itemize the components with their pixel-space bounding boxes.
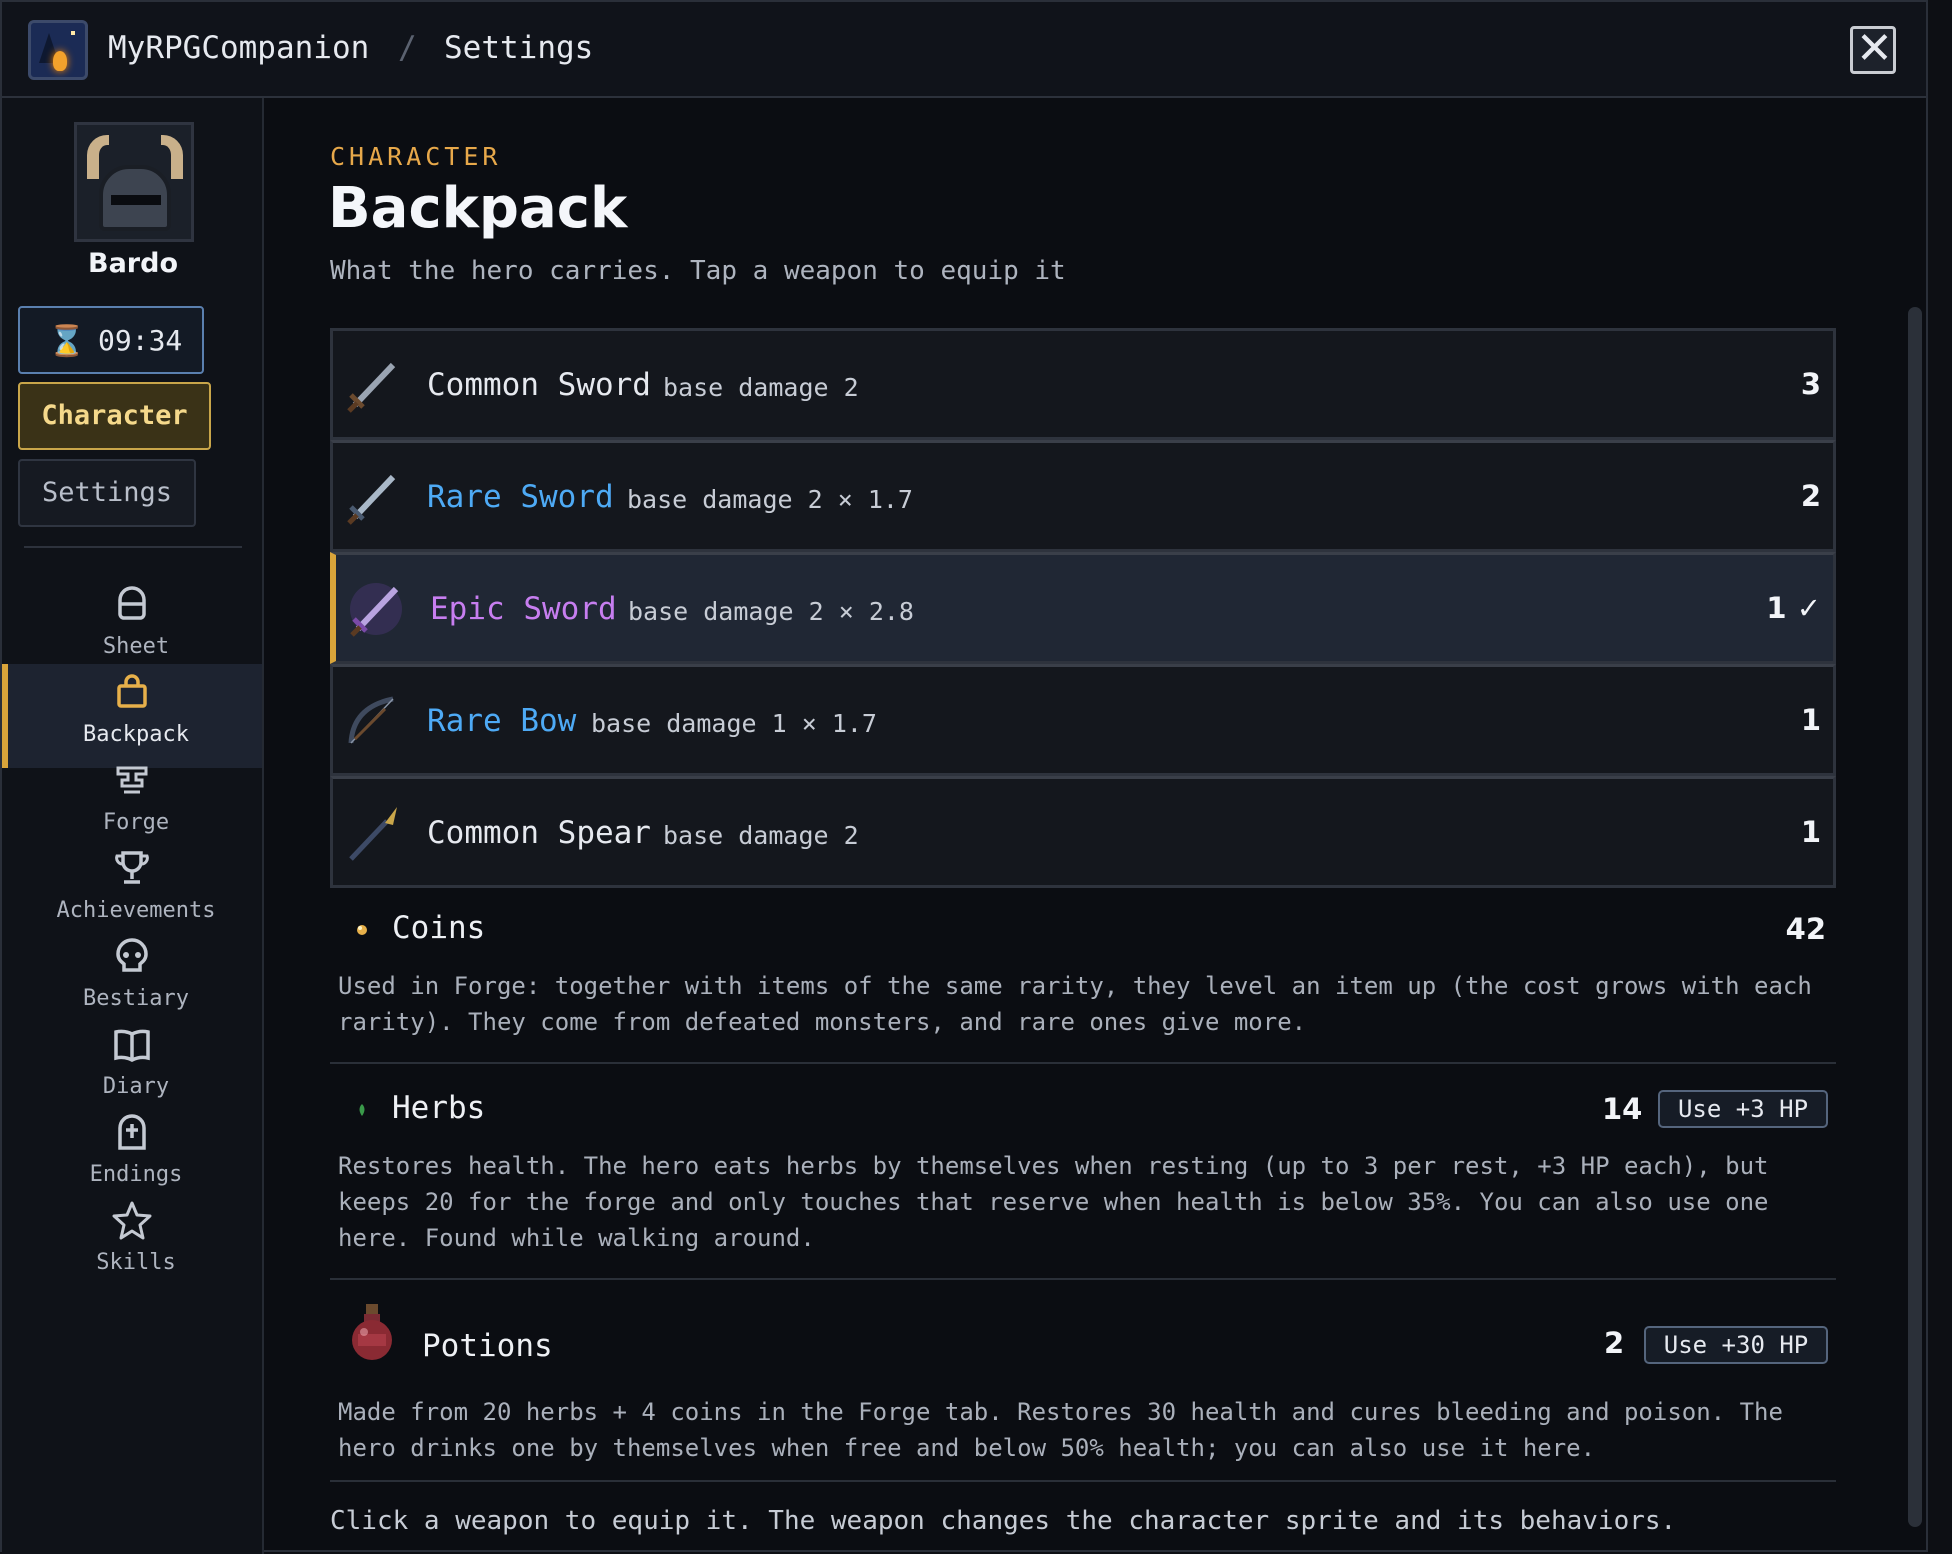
weapon-quantity: 1 — [1800, 815, 1821, 849]
weapon-quantity: 1 — [1800, 703, 1821, 737]
resource-name: Coins — [392, 910, 486, 946]
settings-tab-button[interactable]: Settings — [18, 459, 196, 527]
resource-description: Used in Forge: together with items of th… — [338, 972, 1812, 1036]
weapon-row-rare-bow[interactable]: Rare Bow base damage 1 × 1.7 1 — [330, 664, 1836, 776]
helmet-icon — [118, 586, 146, 620]
sidebar-item-label: Diary — [102, 1074, 170, 1099]
weapon-name: Rare Sword — [427, 479, 614, 515]
weapon-row-common-sword[interactable]: Common Sword base damage 2 3 — [330, 328, 1836, 440]
weapon-stat: base damage 2 — [663, 821, 859, 850]
app-window: MyRPGCompanion / Settings ✕ Bardo ⌛ 09:3… — [0, 0, 1928, 1554]
sidebar-item-label: Sheet — [102, 634, 170, 659]
close-icon: ✕ — [1856, 23, 1893, 74]
skull-icon — [116, 938, 148, 972]
weapon-name: Epic Sword — [430, 591, 617, 627]
page-subtitle: What the hero carries. Tap a weapon to e… — [330, 256, 1066, 286]
sidebar-divider — [24, 546, 242, 548]
weapon-stat: base damage 2 × 2.8 — [628, 597, 914, 626]
divider — [330, 1480, 1836, 1482]
coin-icon — [357, 925, 367, 935]
timer-badge: ⌛ 09:34 — [18, 306, 204, 374]
breadcrumb-app[interactable]: MyRPGCompanion — [108, 30, 369, 66]
resource-description: Made from 20 herbs + 4 coins in the Forg… — [338, 1398, 1783, 1462]
use-potion-button[interactable]: Use +30 HP — [1644, 1326, 1828, 1364]
title-bar: MyRPGCompanion / Settings ✕ — [2, 2, 1926, 98]
divider — [330, 1062, 1836, 1064]
tombstone-icon — [118, 1114, 146, 1150]
resource-quantity: 14 — [1602, 1092, 1643, 1126]
trophy-icon — [115, 851, 149, 884]
herb-icon — [359, 1104, 365, 1116]
weapon-row-common-spear[interactable]: Common Spear base damage 2 1 — [330, 776, 1836, 888]
weapon-stat: base damage 1 × 1.7 — [591, 709, 877, 738]
weapon-stat: base damage 2 — [663, 373, 859, 402]
scrollbar[interactable] — [1908, 307, 1922, 1527]
weapon-name: Rare Bow — [427, 703, 577, 739]
footer-hint: Click a weapon to equip it. The weapon c… — [330, 1506, 1677, 1536]
anvil-icon — [116, 766, 148, 794]
resource-quantity: 2 — [1604, 1326, 1625, 1360]
weapon-quantity: 2 — [1800, 479, 1821, 513]
star-icon — [112, 1201, 152, 1240]
resource-name: Potions — [422, 1328, 553, 1364]
weapon-row-epic-sword[interactable]: Epic Sword base damage 2 × 2.8 1 ✓ — [330, 552, 1836, 664]
resource-potions: Potions 2 Use +30 HP Made from 20 herbs … — [330, 1298, 1836, 1470]
breadcrumb-page: Settings — [444, 30, 594, 66]
book-icon — [114, 1029, 150, 1062]
breadcrumb-separator: / — [398, 30, 417, 66]
weapon-name: Common Spear — [427, 815, 651, 851]
weapon-quantity: 3 — [1800, 367, 1821, 401]
character-tab-button[interactable]: Character — [18, 382, 211, 450]
sidebar-item-label: Endings — [89, 1162, 183, 1187]
close-button[interactable]: ✕ — [1850, 23, 1896, 74]
potion-icon — [352, 1304, 392, 1360]
use-herb-button[interactable]: Use +3 HP — [1658, 1090, 1828, 1128]
divider — [330, 1278, 1836, 1280]
resource-coins: Coins 42 Used in Forge: together with it… — [330, 902, 1836, 1048]
sidebar: Bardo ⌛ 09:34 Character Settings Sheet B… — [2, 98, 264, 1554]
spear-icon — [349, 807, 397, 861]
sword-icon — [347, 474, 396, 525]
backpack-icon — [117, 674, 147, 708]
bow-icon — [348, 696, 394, 744]
sword-icon — [347, 362, 396, 413]
section-kicker: CHARACTER — [330, 142, 502, 171]
sidebar-item-label: Skills — [96, 1250, 176, 1275]
sword-icon — [350, 583, 402, 637]
weapon-row-rare-sword[interactable]: Rare Sword base damage 2 × 1.7 2 — [330, 440, 1836, 552]
weapon-name: Common Sword — [427, 367, 651, 403]
weapon-quantity-equipped: 1 ✓ — [1766, 591, 1821, 625]
sidebar-item-skills[interactable]: Skills — [2, 1192, 262, 1296]
character-name: Bardo — [88, 248, 178, 279]
resource-quantity: 42 — [1785, 912, 1826, 946]
resource-description: Restores health. The hero eats herbs by … — [338, 1152, 1769, 1252]
resource-herbs: Herbs 14 Use +3 HP Restores health. The … — [330, 1082, 1836, 1252]
avatar — [74, 122, 194, 242]
hourglass-icon: ⌛ — [48, 324, 86, 359]
timer-value: 09:34 — [98, 324, 183, 357]
weapon-stat: base damage 2 × 1.7 — [627, 485, 913, 514]
resource-name: Herbs — [392, 1090, 486, 1126]
sidebar-item-label: Forge — [102, 810, 170, 835]
sidebar-item-label: Achievements — [56, 898, 216, 923]
app-logo-icon — [28, 20, 88, 80]
weapon-list: Common Sword base damage 2 3 Rare Sword … — [330, 328, 1836, 888]
sidebar-item-label: Bestiary — [83, 986, 189, 1011]
page-title: Backpack — [328, 176, 628, 241]
sidebar-item-label: Backpack — [83, 722, 189, 747]
